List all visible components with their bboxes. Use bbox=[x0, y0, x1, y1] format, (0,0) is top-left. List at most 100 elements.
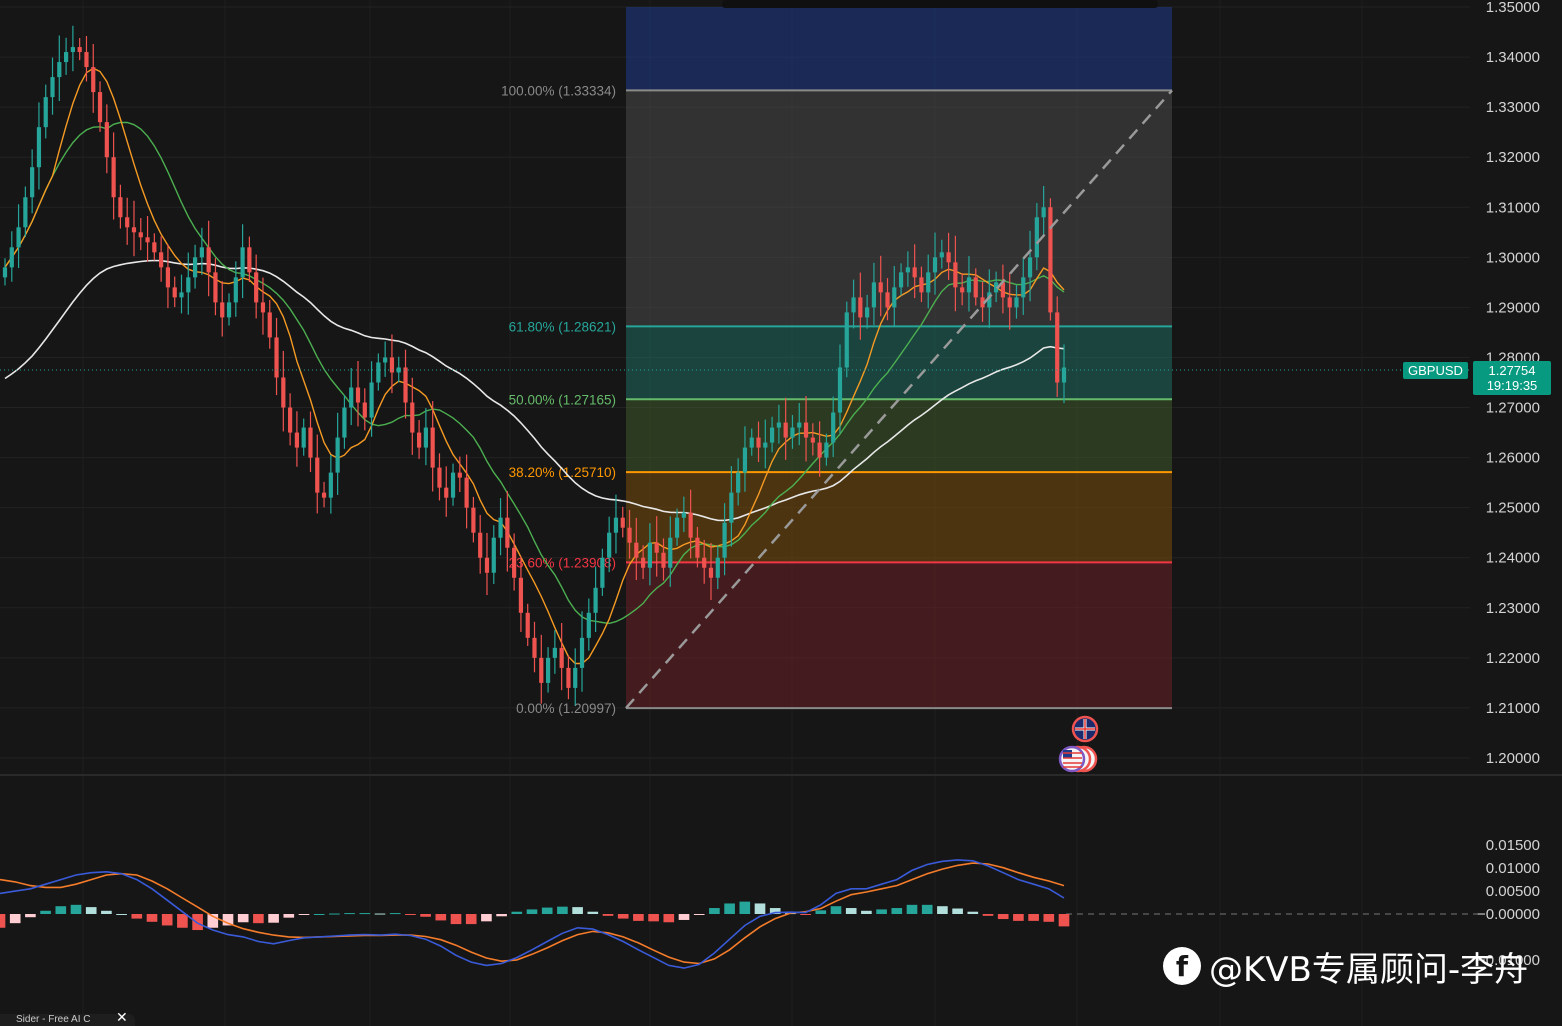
macd-histogram-bar bbox=[557, 906, 568, 914]
close-icon[interactable]: ✕ bbox=[116, 1010, 128, 1024]
candle-body bbox=[613, 517, 619, 533]
candle-body bbox=[376, 362, 381, 383]
macd-histogram-bar bbox=[481, 914, 492, 922]
candle-body bbox=[539, 657, 544, 683]
macd-histogram-bar bbox=[0, 914, 6, 928]
candle-body bbox=[233, 277, 238, 303]
candle-body bbox=[369, 382, 374, 418]
candle-body bbox=[125, 217, 130, 228]
macd-histogram-bar bbox=[359, 913, 371, 915]
macd-histogram-bar bbox=[541, 907, 553, 914]
candle-body bbox=[715, 557, 720, 578]
macd-histogram-bar bbox=[754, 903, 766, 914]
macd-histogram-bar bbox=[313, 914, 325, 915]
macd-histogram-bar bbox=[25, 914, 36, 918]
candle-body bbox=[681, 512, 686, 518]
candle-body bbox=[824, 442, 829, 458]
candle-body bbox=[9, 247, 14, 268]
macd-histogram-bar bbox=[937, 906, 948, 914]
candle-body bbox=[966, 277, 972, 293]
candle-body bbox=[674, 517, 680, 538]
macd-histogram-bar bbox=[329, 913, 340, 915]
macd-histogram-bar bbox=[587, 911, 599, 914]
macd-histogram-bar bbox=[85, 907, 97, 914]
candle-body bbox=[30, 167, 35, 198]
candle-body bbox=[199, 247, 204, 258]
candle-body bbox=[240, 247, 245, 278]
candle-body bbox=[960, 287, 965, 293]
candle-body bbox=[926, 272, 931, 293]
candle-body bbox=[919, 277, 924, 293]
candle-body bbox=[213, 272, 218, 303]
macd-histogram-bar bbox=[663, 914, 675, 923]
candle-body bbox=[946, 252, 951, 263]
candle-body bbox=[321, 492, 327, 498]
candle-body bbox=[192, 257, 198, 278]
macd-histogram-bar bbox=[374, 913, 386, 915]
candle-body bbox=[579, 637, 585, 668]
candle-body bbox=[810, 437, 815, 443]
macd-histogram-bar bbox=[693, 914, 705, 915]
candle-body bbox=[1021, 277, 1026, 298]
candle-body bbox=[749, 437, 754, 448]
candle-body bbox=[484, 557, 490, 573]
candle-body bbox=[545, 657, 551, 683]
macd-histogram-bar bbox=[617, 914, 629, 919]
macd-histogram-bar bbox=[1028, 914, 1039, 921]
candle-body bbox=[70, 47, 75, 53]
macd-histogram-bar bbox=[982, 914, 994, 916]
candle-body bbox=[308, 427, 313, 458]
price-axis-label: 1.26000 bbox=[1486, 450, 1540, 467]
candle-body bbox=[36, 127, 42, 168]
macd-histogram-bar bbox=[648, 914, 659, 922]
candle-body bbox=[50, 77, 55, 98]
candle-body bbox=[627, 527, 632, 543]
symbol-tag: GBPUSD bbox=[1403, 362, 1468, 379]
candle-body bbox=[708, 567, 714, 578]
extension-tag[interactable]: Sider - Free AI C ✕ bbox=[0, 1010, 135, 1026]
last-price-tag: 1.27754 19:19:35 bbox=[1473, 361, 1551, 395]
candle-body bbox=[63, 52, 69, 63]
watermark: f @KVB专属顾问-李舟 bbox=[1163, 944, 1528, 990]
macd-histogram-bar bbox=[830, 906, 842, 914]
macd-axis-label: 0.00500 bbox=[1486, 883, 1540, 900]
macd-histogram-bar bbox=[845, 908, 857, 914]
macd-histogram-bar bbox=[101, 910, 112, 914]
candle-body bbox=[478, 532, 483, 558]
candle-body bbox=[851, 297, 856, 313]
macd-histogram-bar bbox=[891, 908, 903, 914]
candle-body bbox=[803, 422, 809, 438]
candle-body bbox=[797, 422, 802, 428]
candle-body bbox=[1014, 297, 1019, 308]
macd-histogram-bar bbox=[572, 907, 583, 914]
candle-body bbox=[77, 47, 82, 53]
candle-body bbox=[695, 537, 700, 558]
macd-histogram-bar bbox=[921, 904, 933, 914]
candle-body bbox=[403, 367, 408, 403]
candle-body bbox=[226, 302, 232, 318]
macd-histogram-bar bbox=[70, 904, 82, 914]
price-chart[interactable]: 100.00% (1.33334) 61.80% (1.28621) 50.00% … bbox=[0, 0, 1562, 1026]
candle-body bbox=[783, 422, 788, 438]
candle-body bbox=[159, 252, 164, 268]
price-axis-label: 1.31000 bbox=[1486, 199, 1540, 216]
candle-body bbox=[661, 552, 666, 568]
macd-histogram-bar bbox=[526, 909, 538, 914]
price-axis-label: 1.33000 bbox=[1486, 99, 1540, 116]
macd-histogram-bar bbox=[511, 911, 523, 914]
candle-body bbox=[111, 157, 116, 198]
fib-zone bbox=[626, 562, 1172, 709]
candle-body bbox=[288, 407, 293, 433]
candle-body bbox=[247, 247, 252, 273]
candle-body bbox=[600, 557, 605, 588]
candle-body bbox=[878, 282, 883, 293]
candle-body bbox=[702, 557, 707, 568]
candle-body bbox=[301, 427, 306, 448]
macd-histogram-bar bbox=[739, 901, 751, 914]
macd-histogram-bar bbox=[116, 914, 127, 915]
candle-body bbox=[865, 307, 870, 318]
fib-level-label: 0.00% (1.20997) bbox=[516, 701, 616, 716]
fib-zone bbox=[626, 399, 1172, 473]
candle-body bbox=[444, 487, 449, 498]
price-axis-label: 1.32000 bbox=[1486, 149, 1540, 166]
